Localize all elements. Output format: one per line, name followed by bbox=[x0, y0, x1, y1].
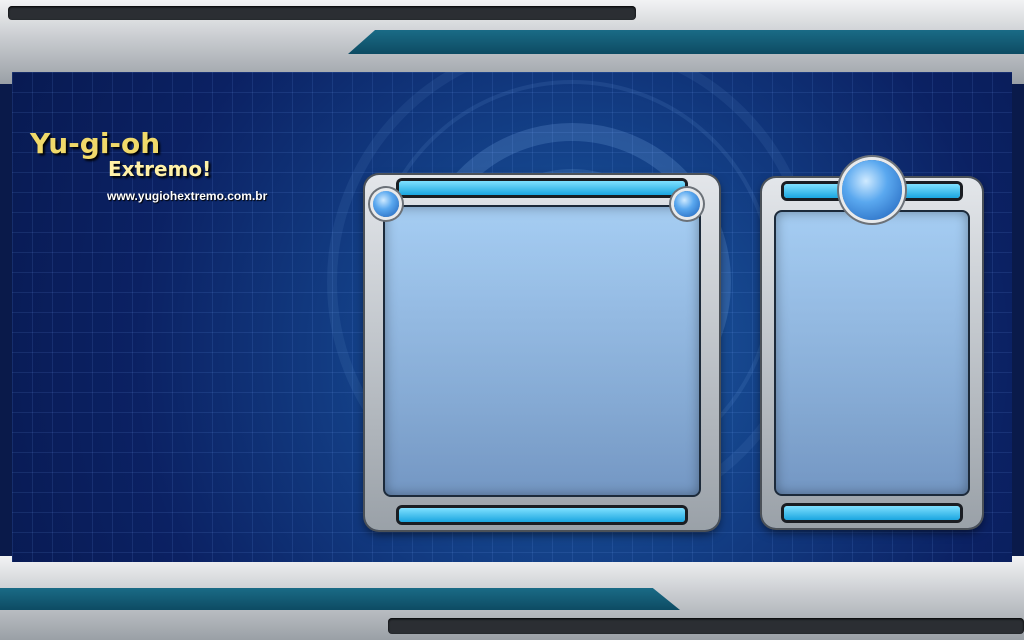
top-dark-strip bbox=[8, 6, 636, 20]
card-slot-right[interactable] bbox=[774, 210, 970, 496]
card-frame-right bbox=[762, 178, 982, 528]
bottom-teal-strip bbox=[0, 588, 680, 610]
card-slot-left[interactable] bbox=[383, 205, 701, 497]
logo-subtitle: Extremo! bbox=[108, 157, 212, 181]
frame-bottom-cap bbox=[399, 508, 685, 522]
blue-dial-icon bbox=[674, 191, 700, 217]
frame-bottom-cap bbox=[784, 506, 960, 520]
bottom-dark-strip bbox=[388, 618, 1024, 634]
top-teal-strip bbox=[348, 30, 1024, 54]
background-stage: Yu-gi-oh Extremo! www.yugiohextremo.com.… bbox=[0, 0, 1024, 640]
blue-dial-icon bbox=[373, 191, 399, 217]
logo-title: Yu-gi-oh bbox=[30, 127, 161, 160]
blue-dial-icon bbox=[842, 160, 902, 220]
frame-top-cap bbox=[399, 181, 685, 195]
card-frame-left bbox=[365, 175, 719, 530]
site-url[interactable]: www.yugiohextremo.com.br bbox=[107, 189, 267, 203]
